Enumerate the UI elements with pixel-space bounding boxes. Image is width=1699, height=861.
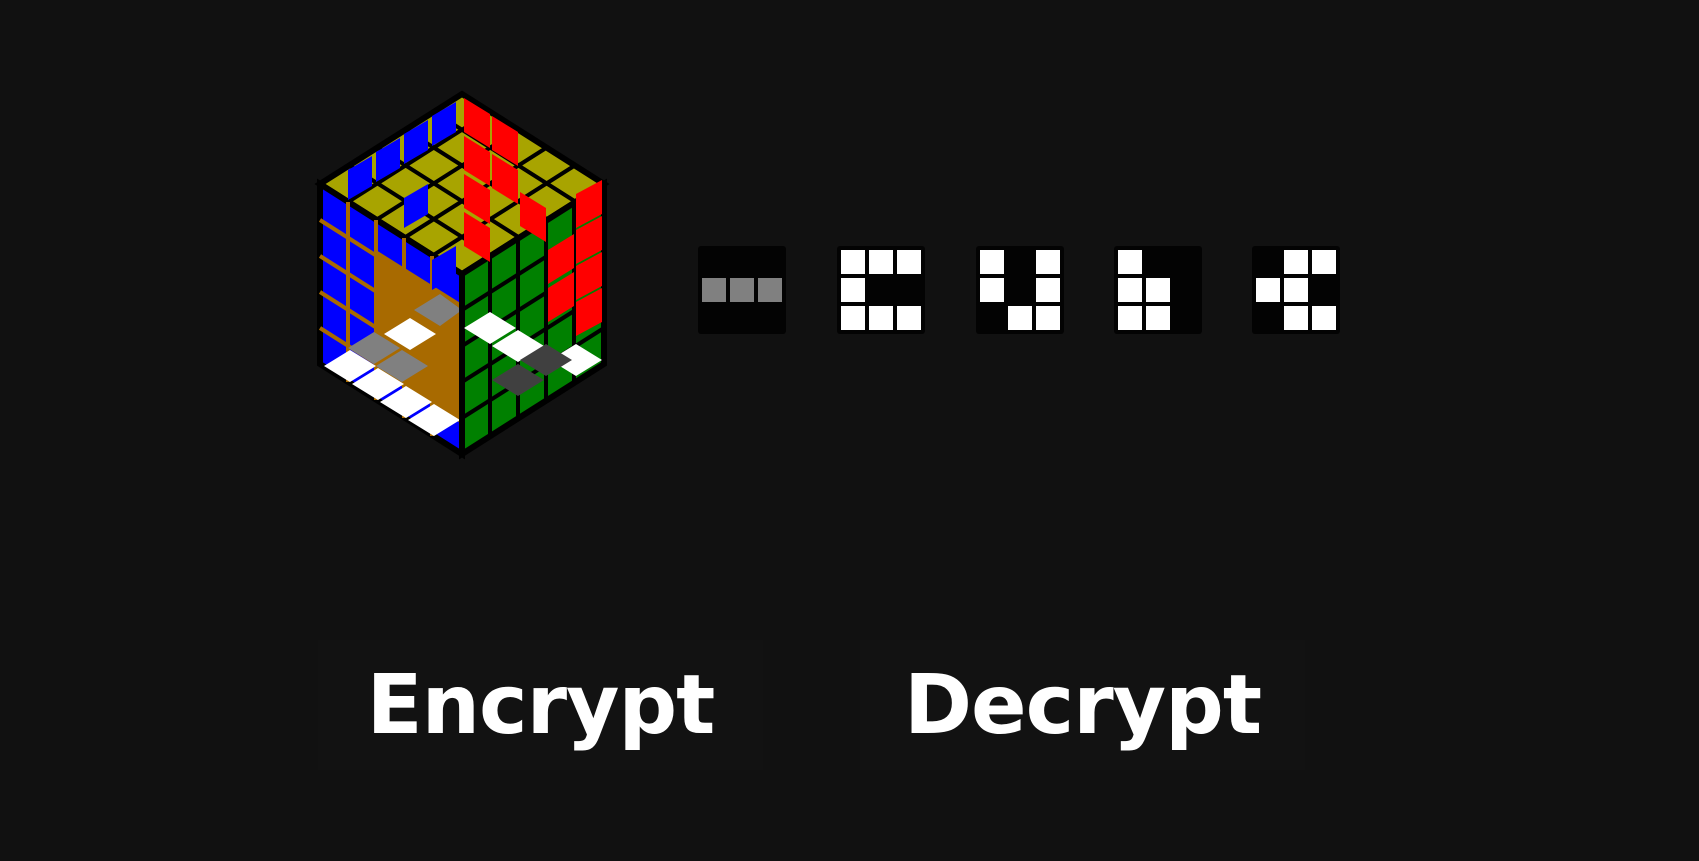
glyph-cell <box>1174 278 1198 302</box>
encrypt-button[interactable]: Encrypt <box>318 640 763 770</box>
glyph-cell <box>1118 306 1142 330</box>
cipher-glyph-5 <box>1252 246 1340 334</box>
glyph-cell <box>1312 250 1336 274</box>
glyph-cell <box>1118 250 1142 274</box>
glyph-cell <box>1008 306 1032 330</box>
glyph-cell <box>869 306 893 330</box>
glyph-cell <box>1284 306 1308 330</box>
glyph-cell <box>1036 278 1060 302</box>
rubiks-cube-illustration <box>314 90 610 460</box>
glyph-cell <box>758 278 782 302</box>
glyph-cell <box>1256 278 1280 302</box>
glyph-cell <box>730 250 754 274</box>
glyph-cell <box>1008 250 1032 274</box>
glyph-cell <box>702 306 726 330</box>
glyph-cell <box>841 306 865 330</box>
glyph-cell <box>869 278 893 302</box>
glyph-cell <box>1284 250 1308 274</box>
glyph-cell <box>1036 250 1060 274</box>
glyph-cell <box>1146 250 1170 274</box>
glyph-cell <box>1036 306 1060 330</box>
glyph-cell <box>1174 250 1198 274</box>
glyph-cell <box>897 306 921 330</box>
glyph-cell <box>1312 278 1336 302</box>
cipher-glyph-1 <box>698 246 786 334</box>
glyph-cell <box>1118 278 1142 302</box>
glyph-cell <box>702 250 726 274</box>
glyph-cell <box>730 306 754 330</box>
glyph-cell <box>702 278 726 302</box>
glyph-cell <box>758 306 782 330</box>
cipher-glyph-3 <box>976 246 1064 334</box>
glyph-cell <box>980 306 1004 330</box>
glyph-cell <box>1312 306 1336 330</box>
glyph-cell <box>841 278 865 302</box>
glyph-cell <box>1146 278 1170 302</box>
glyph-cell <box>1284 278 1308 302</box>
glyph-cell <box>1256 250 1280 274</box>
glyph-cell <box>980 250 1004 274</box>
glyph-cell <box>1256 306 1280 330</box>
glyph-cell <box>758 250 782 274</box>
glyph-cell <box>1008 278 1032 302</box>
glyph-cell <box>869 250 893 274</box>
glyph-cell <box>730 278 754 302</box>
glyph-cell <box>1146 306 1170 330</box>
glyph-cell <box>980 278 1004 302</box>
decrypt-button[interactable]: Decrypt <box>860 640 1305 770</box>
cipher-glyph-2 <box>837 246 925 334</box>
glyph-cell <box>841 250 865 274</box>
glyph-cell <box>897 250 921 274</box>
glyph-cell <box>1174 306 1198 330</box>
glyph-cell <box>897 278 921 302</box>
cipher-glyph-4 <box>1114 246 1202 334</box>
